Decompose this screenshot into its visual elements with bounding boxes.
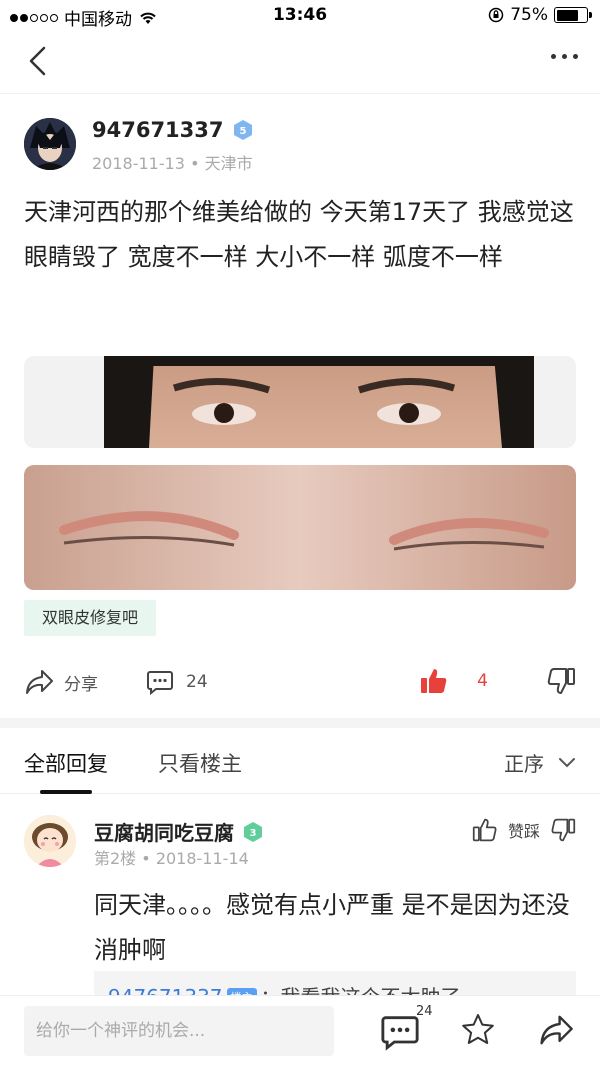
post-photo-eyes-open[interactable] <box>24 356 576 448</box>
battery-icon <box>554 7 592 23</box>
reply-avatar[interactable] <box>24 815 76 867</box>
share-icon <box>26 670 53 694</box>
thumbs-up-icon <box>421 669 447 693</box>
star-icon[interactable] <box>460 1012 496 1048</box>
post-meta: 2018-11-13 • 天津市 <box>92 150 253 174</box>
reply-tabs: 全部回复 只看楼主 正序 <box>0 728 600 794</box>
tab-owner-only[interactable]: 只看楼主 <box>158 748 242 778</box>
chevron-down-icon <box>559 757 575 767</box>
like-button[interactable]: 4 <box>419 666 488 696</box>
bottom-share-icon[interactable] <box>538 1012 574 1048</box>
reply-actions-label: 赞踩 <box>507 822 540 841</box>
more-icon[interactable] <box>551 54 578 59</box>
status-bar: 中国移动 13:46 75% <box>0 0 600 30</box>
reply-thumbs-up-icon[interactable] <box>472 817 498 843</box>
reply-avatar-image <box>24 815 76 867</box>
avatar[interactable] <box>24 118 76 170</box>
battery-fill <box>556 9 579 21</box>
avatar-image <box>24 118 76 170</box>
comment-button[interactable]: 24 <box>146 668 208 696</box>
nav-bar <box>0 30 600 94</box>
topic-tag[interactable]: 双眼皮修复吧 <box>24 600 157 636</box>
reply-date: 2018-11-14 <box>155 849 249 868</box>
reply-item: 豆腐胡同吃豆腐 3 第2楼 • 2018-11-14 赞踩 同天津。。。。感觉有… <box>24 815 576 1011</box>
orientation-lock-icon <box>488 7 504 23</box>
level-badge-icon: 5 <box>232 119 254 141</box>
post-date: 2018-11-13 <box>92 154 185 173</box>
reply-thumbs-down-icon[interactable] <box>550 817 576 843</box>
post-actions: 分享 24 4 <box>24 662 576 708</box>
tab-all-replies[interactable]: 全部回复 <box>24 748 108 794</box>
reply-level-number: 3 <box>250 828 257 839</box>
username-text[interactable]: 947671337 <box>92 118 224 142</box>
reply-floor: 第2楼 <box>94 849 137 868</box>
reply-body: 同天津。。。。感觉有点小严重 是不是因为还没消肿啊 <box>94 891 570 964</box>
like-count: 4 <box>477 671 488 691</box>
reply-level-badge-icon: 3 <box>242 821 264 843</box>
status-right: 75% <box>488 5 592 25</box>
dislike-button[interactable] <box>546 666 576 701</box>
bottom-comment-count: 24 <box>416 1004 433 1019</box>
level-number: 5 <box>239 126 246 137</box>
battery-percent: 75% <box>510 5 548 25</box>
comment-icon <box>147 671 173 696</box>
reply-actions: 赞踩 <box>472 817 576 843</box>
section-divider <box>0 718 600 728</box>
post-body: 天津河西的那个维美给做的 今天第17天了 我感觉这眼睛毁了 宽度不一样 大小不一… <box>24 198 574 271</box>
comment-input[interactable] <box>24 1006 334 1056</box>
share-button[interactable]: 分享 <box>24 668 98 696</box>
post-username[interactable]: 947671337 5 <box>92 118 254 142</box>
share-label: 分享 <box>64 674 98 695</box>
post-header: 947671337 5 2018-11-13 • 天津市 <box>24 118 576 178</box>
reply-meta: 第2楼 • 2018-11-14 <box>94 849 249 868</box>
post-location: • 天津市 <box>190 154 253 173</box>
back-icon[interactable] <box>22 44 56 78</box>
sort-dropdown[interactable]: 正序 <box>504 748 576 777</box>
reply-username-text[interactable]: 豆腐胡同吃豆腐 <box>94 817 234 846</box>
thumbs-down-icon <box>547 668 575 694</box>
post-photo-eyes-closed[interactable] <box>24 465 576 590</box>
bottom-comment-icon[interactable] <box>380 1012 420 1052</box>
bottom-bar: 24 <box>0 995 600 1067</box>
sort-label: 正序 <box>504 752 544 776</box>
comment-count: 24 <box>186 672 208 692</box>
reply-username[interactable]: 豆腐胡同吃豆腐 3 <box>94 817 264 846</box>
